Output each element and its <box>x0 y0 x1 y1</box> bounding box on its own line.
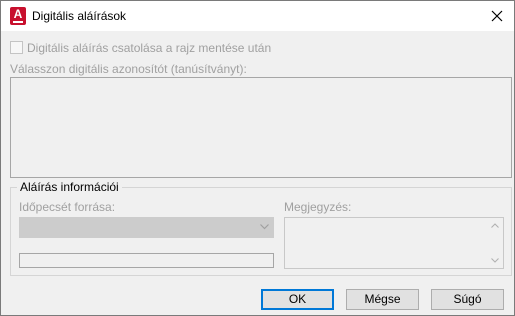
comment-label: Megjegyzés: <box>284 200 352 214</box>
comment-textarea[interactable] <box>284 217 504 269</box>
timestamp-source-dropdown[interactable] <box>19 217 274 238</box>
window-title: Digitális aláírások <box>32 9 127 23</box>
scroll-up-icon[interactable] <box>491 223 499 228</box>
certificate-list-label: Válasszon digitális azonosítót (tanúsítv… <box>10 62 247 76</box>
title-bar: A Digitális aláírások <box>1 1 514 31</box>
close-button[interactable] <box>480 1 514 31</box>
signature-info-group-title: Aláírás információi <box>17 180 122 194</box>
chevron-down-icon <box>260 224 269 230</box>
ok-button[interactable]: OK <box>261 289 334 310</box>
help-button[interactable]: Súgó <box>431 289 504 310</box>
certificate-list[interactable] <box>10 77 512 178</box>
close-icon <box>491 10 503 22</box>
timestamp-source-field[interactable] <box>19 253 274 268</box>
attach-signature-checkbox[interactable] <box>10 41 23 54</box>
attach-signature-label: Digitális aláírás csatolása a rajz menté… <box>27 41 272 55</box>
scroll-down-icon[interactable] <box>491 258 499 263</box>
digital-signatures-dialog: A Digitális aláírások Digitális aláírás … <box>0 0 515 316</box>
autocad-app-icon: A <box>10 7 26 25</box>
app-icon-letter: A <box>13 7 23 21</box>
cancel-button[interactable]: Mégse <box>346 289 419 310</box>
timestamp-source-label: Időpecsét forrása: <box>19 200 116 214</box>
